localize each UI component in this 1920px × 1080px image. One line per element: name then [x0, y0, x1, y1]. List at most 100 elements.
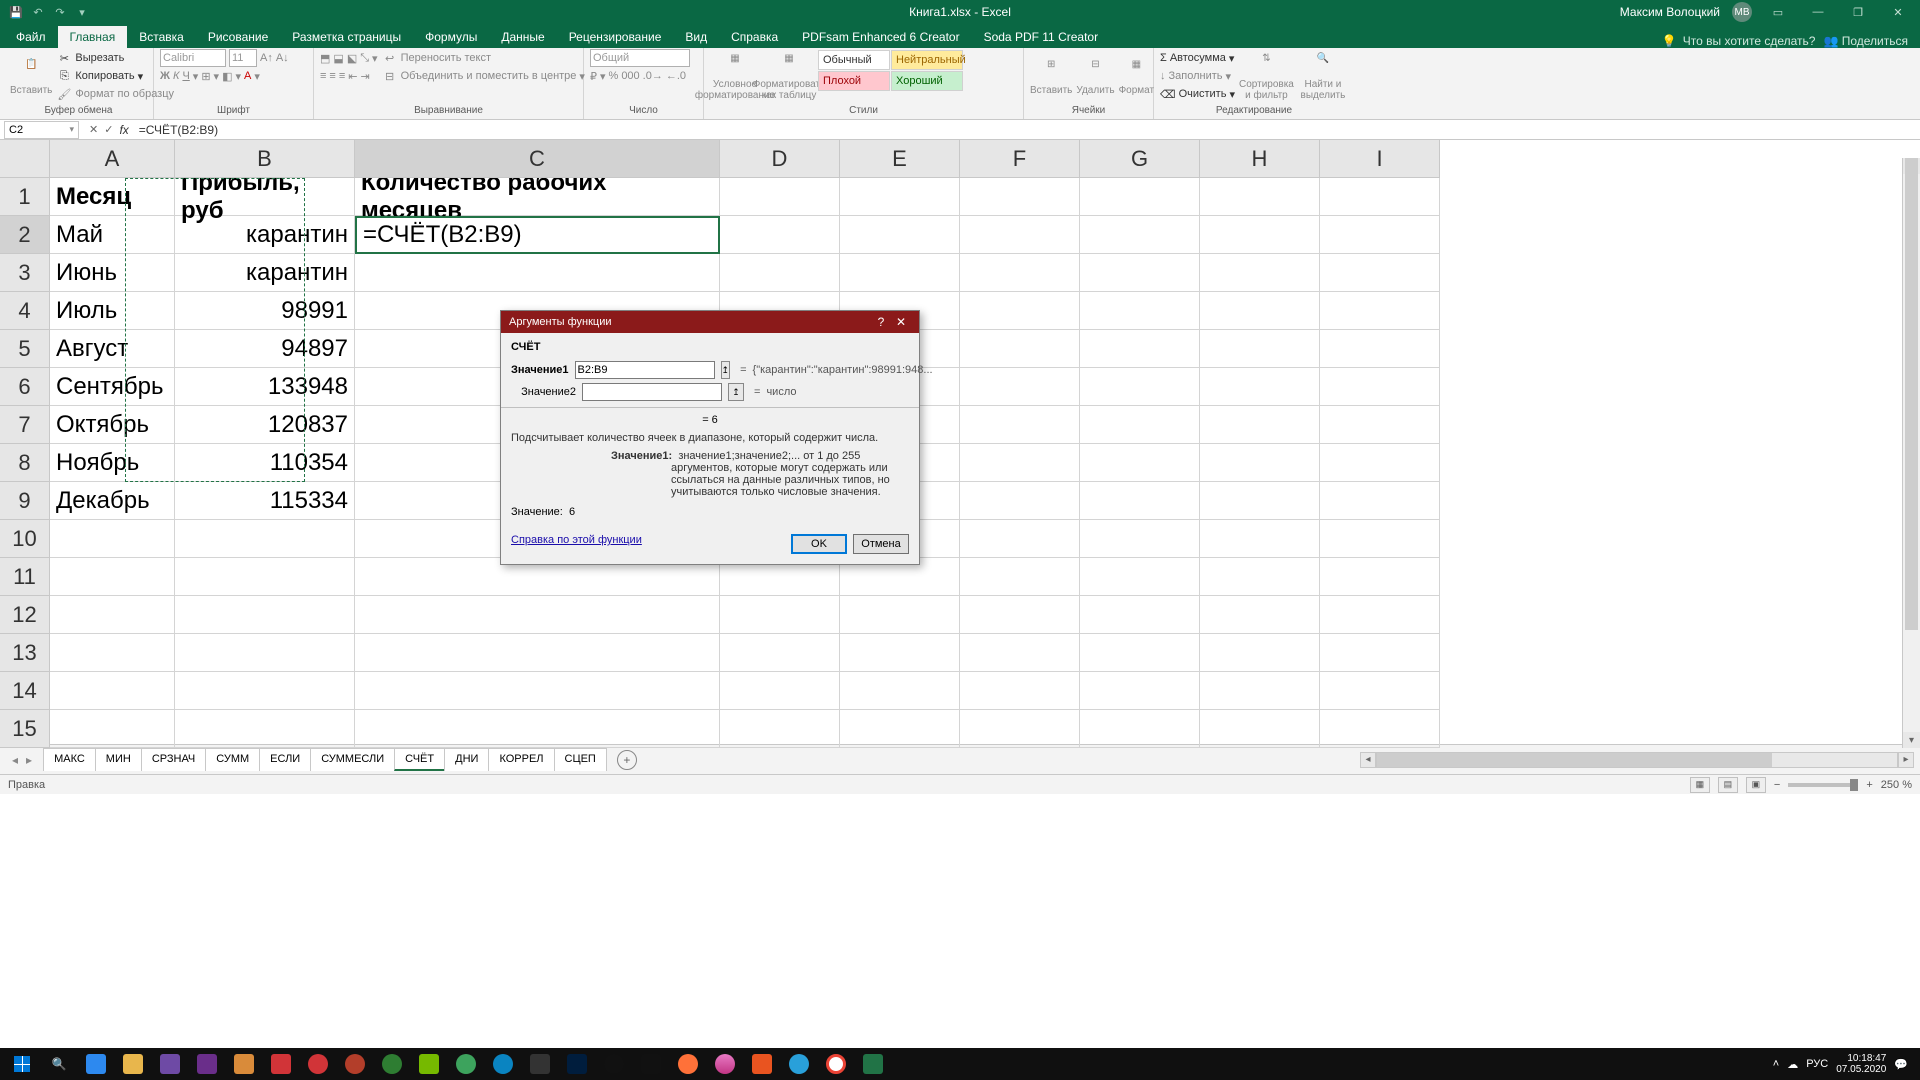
horizontal-scrollbar[interactable] [1376, 752, 1898, 768]
collapse-dialog-icon[interactable]: ↥ [728, 383, 744, 401]
tab-review[interactable]: Рецензирование [557, 26, 674, 48]
cell-F11[interactable] [960, 558, 1080, 596]
sort-filter-button[interactable]: ⇅Сортировка и фильтр [1239, 50, 1294, 104]
cell-B9[interactable]: 115334 [175, 482, 355, 520]
orientation-icon[interactable]: ⤡ [360, 52, 369, 65]
sheet-tab-ЕСЛИ[interactable]: ЕСЛИ [259, 748, 311, 771]
cell-H6[interactable] [1200, 368, 1320, 406]
cell-F13[interactable] [960, 634, 1080, 672]
cell-B1[interactable]: Прибыль, руб [175, 178, 355, 216]
cell-G8[interactable] [1080, 444, 1200, 482]
sheet-tab-СРЗНАЧ[interactable]: СРЗНАЧ [141, 748, 206, 771]
task-app-2[interactable] [115, 1050, 151, 1078]
ribbon-options-icon[interactable]: ▭ [1764, 2, 1792, 22]
arg1-input[interactable] [575, 361, 715, 379]
sheet-tab-СЧЁТ[interactable]: СЧЁТ [394, 748, 445, 771]
row-header-13[interactable]: 13 [0, 634, 50, 672]
row-header-3[interactable]: 3 [0, 254, 50, 292]
cell-H2[interactable] [1200, 216, 1320, 254]
collapse-dialog-icon[interactable]: ↥ [721, 361, 731, 379]
cell-I3[interactable] [1320, 254, 1440, 292]
column-header-B[interactable]: B [175, 140, 355, 178]
cell-E3[interactable] [840, 254, 960, 292]
column-header-C[interactable]: C [355, 140, 720, 178]
shrink-font-icon[interactable]: A↓ [276, 52, 289, 64]
formula-input[interactable]: =СЧЁТ(B2:B9) [135, 122, 1920, 138]
cell-F14[interactable] [960, 672, 1080, 710]
cell-C13[interactable] [355, 634, 720, 672]
cell-D1[interactable] [720, 178, 840, 216]
cell-G15[interactable] [1080, 710, 1200, 748]
sheet-tab-СУММ[interactable]: СУММ [205, 748, 260, 771]
chevron-down-icon[interactable]: ▾ [69, 124, 74, 135]
task-app-17[interactable] [670, 1050, 706, 1078]
cell-C1[interactable]: Количество рабочих месяцев [355, 178, 720, 216]
indent-out-icon[interactable]: ⇤ [348, 70, 357, 83]
tray-chevron-icon[interactable]: ˄ [1773, 1058, 1779, 1070]
align-left-icon[interactable]: ≡ [320, 70, 326, 82]
row-header-8[interactable]: 8 [0, 444, 50, 482]
tab-soda[interactable]: Soda PDF 11 Creator [972, 26, 1111, 48]
user-avatar[interactable]: МВ [1732, 2, 1752, 22]
task-app-11[interactable] [448, 1050, 484, 1078]
close-icon[interactable]: ✕ [1884, 2, 1912, 22]
cell-C2[interactable]: =СЧЁТ(B2:B9) [355, 216, 720, 254]
cell-F5[interactable] [960, 330, 1080, 368]
next-sheet-icon[interactable]: ▸ [26, 753, 32, 767]
start-button[interactable] [4, 1050, 40, 1078]
cell-H7[interactable] [1200, 406, 1320, 444]
cell-G2[interactable] [1080, 216, 1200, 254]
row-header-2[interactable]: 2 [0, 216, 50, 254]
tray-lang[interactable]: РУС [1806, 1058, 1828, 1070]
cell-I12[interactable] [1320, 596, 1440, 634]
paste-button[interactable]: 📋 Вставить [10, 50, 52, 104]
cell-E2[interactable] [840, 216, 960, 254]
cell-A1[interactable]: Месяц [50, 178, 175, 216]
add-sheet-button[interactable]: + [617, 750, 637, 770]
tab-view[interactable]: Вид [673, 26, 719, 48]
task-app-15[interactable] [596, 1050, 632, 1078]
cell-G1[interactable] [1080, 178, 1200, 216]
cell-D2[interactable] [720, 216, 840, 254]
cell-I14[interactable] [1320, 672, 1440, 710]
cell-G4[interactable] [1080, 292, 1200, 330]
cell-H5[interactable] [1200, 330, 1320, 368]
currency-icon[interactable]: ₽ [590, 70, 597, 83]
cell-C15[interactable] [355, 710, 720, 748]
tab-draw[interactable]: Рисование [196, 26, 280, 48]
row-header-1[interactable]: 1 [0, 178, 50, 216]
task-app-7[interactable] [300, 1050, 336, 1078]
cell-I7[interactable] [1320, 406, 1440, 444]
cell-B3[interactable]: карантин [175, 254, 355, 292]
style-normal[interactable]: Обычный [818, 50, 890, 70]
italic-button[interactable]: К [173, 70, 179, 82]
maximize-icon[interactable]: ❐ [1844, 2, 1872, 22]
align-top-icon[interactable]: ⬒ [320, 52, 330, 65]
cell-H9[interactable] [1200, 482, 1320, 520]
cell-I1[interactable] [1320, 178, 1440, 216]
cell-G9[interactable] [1080, 482, 1200, 520]
cell-G11[interactable] [1080, 558, 1200, 596]
cell-I6[interactable] [1320, 368, 1440, 406]
task-app-6[interactable] [263, 1050, 299, 1078]
cell-F7[interactable] [960, 406, 1080, 444]
cell-I2[interactable] [1320, 216, 1440, 254]
cell-D13[interactable] [720, 634, 840, 672]
sheet-tab-МИН[interactable]: МИН [95, 748, 142, 771]
cell-C12[interactable] [355, 596, 720, 634]
zoom-out-icon[interactable]: − [1774, 779, 1780, 791]
cell-A6[interactable]: Сентябрь [50, 368, 175, 406]
insert-cells-button[interactable]: ⊞Вставить [1030, 50, 1072, 104]
cell-I15[interactable] [1320, 710, 1440, 748]
save-icon[interactable]: 💾 [8, 4, 24, 20]
qat-more-icon[interactable]: ▾ [74, 4, 90, 20]
task-app-8[interactable] [337, 1050, 373, 1078]
wrap-text-button[interactable]: ↩Переносить текст [382, 50, 585, 66]
cell-E14[interactable] [840, 672, 960, 710]
cell-E13[interactable] [840, 634, 960, 672]
delete-cells-button[interactable]: ⊟Удалить [1076, 50, 1114, 104]
view-page-layout-icon[interactable]: ▤ [1718, 777, 1738, 793]
column-header-F[interactable]: F [960, 140, 1080, 178]
cell-B2[interactable]: карантин [175, 216, 355, 254]
ok-button[interactable]: OK [791, 534, 847, 554]
